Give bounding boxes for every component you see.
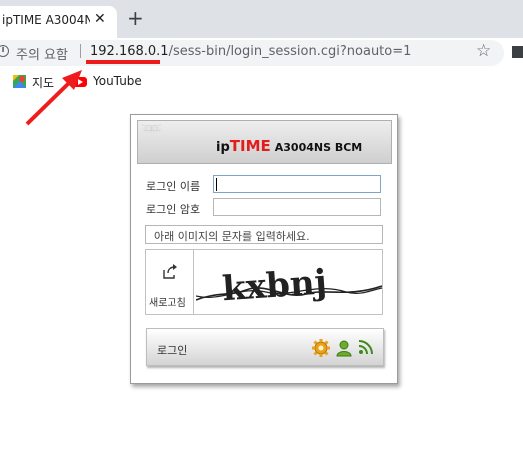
login-button[interactable]: 로그인 — [146, 328, 384, 366]
login-panel: ⁚□□⁚ ipTIME A3004NS BCM 로그인 이름 로그인 암호 아래 … — [130, 114, 398, 384]
brand-mid: TIME — [229, 137, 271, 155]
captcha-text: kxbnj — [221, 262, 328, 309]
security-label[interactable]: 주의 요함 — [16, 44, 68, 63]
tab-title: ipTIME A3004NS — [2, 13, 90, 27]
maps-icon — [13, 75, 26, 88]
close-icon[interactable]: ✕ — [94, 11, 106, 27]
text-caret — [216, 178, 217, 191]
bookmark-maps[interactable]: 지도 — [32, 74, 54, 91]
toolbar: i 주의 요함 192.168.0.1/sess-bin/login_sessi… — [0, 38, 523, 68]
model-name: A3004NS BCM — [274, 141, 363, 154]
brand-prefix: ip — [216, 140, 230, 155]
login-label: 로그인 — [157, 344, 188, 357]
user-icon[interactable] — [335, 339, 353, 357]
corner-glyph: ⁚□□⁚ — [142, 124, 163, 134]
refresh-label: 새로고침 — [149, 298, 186, 309]
url-path: /sess-bin/login_session.cgi?noauto=1 — [168, 44, 412, 59]
url-text[interactable]: 192.168.0.1/sess-bin/login_session.cgi?n… — [90, 44, 411, 59]
password-label: 로그인 암호 — [146, 203, 201, 216]
bookmarks-bar: 지도 YouTube — [0, 68, 523, 96]
tab-iptime[interactable]: ipTIME A3004NS ✕ — [0, 6, 117, 38]
captcha-box: 새로고침 kxbnj — [145, 249, 383, 315]
captcha-input[interactable]: 아래 이미지의 문자를 입력하세요. — [145, 225, 383, 244]
url-host: 192.168.0.1 — [90, 44, 169, 59]
bookmark-star-icon[interactable]: ☆ — [476, 41, 491, 61]
username-input[interactable] — [213, 175, 381, 193]
tab-strip: ipTIME A3004NS ✕ + — [0, 0, 523, 38]
bookmark-youtube[interactable]: YouTube — [93, 74, 142, 88]
annotation-underline — [86, 60, 160, 64]
password-input[interactable] — [213, 198, 381, 216]
rss-icon[interactable] — [358, 340, 373, 355]
new-tab-button[interactable]: + — [127, 8, 144, 28]
gear-icon[interactable] — [312, 339, 330, 357]
refresh-icon — [163, 264, 177, 279]
brand-logo: ipTIME A3004NS BCM — [216, 137, 362, 155]
separator — [80, 44, 81, 58]
username-label: 로그인 이름 — [146, 180, 201, 193]
refresh-button[interactable]: 새로고침 — [146, 250, 194, 314]
extension-icon[interactable] — [512, 46, 523, 58]
youtube-icon — [73, 77, 87, 87]
panel-header: ⁚□□⁚ ipTIME A3004NS BCM — [137, 120, 392, 164]
captcha-image: kxbnj — [196, 262, 382, 309]
